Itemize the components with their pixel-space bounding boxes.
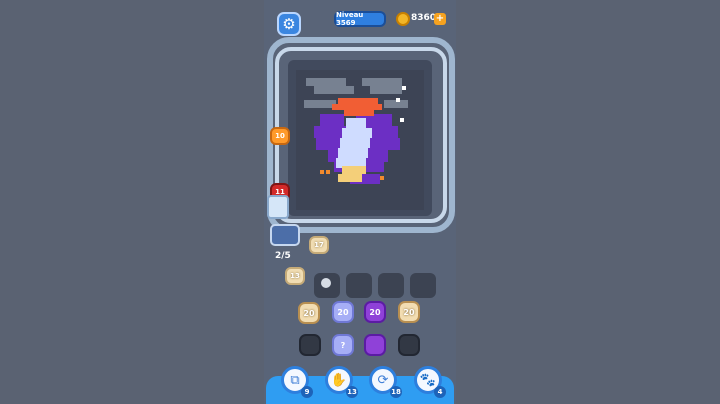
cat-tool-count: 4 bbox=[437, 388, 443, 396]
orange-pig-counter: 10 bbox=[270, 127, 290, 145]
locked-unit bbox=[299, 334, 321, 356]
game-screen: ⚙ Niveau 3569 8360 + 10 11 17 2/5 13 20 … bbox=[0, 0, 720, 404]
merge-unit[interactable]: 20 bbox=[332, 301, 354, 323]
cat-icon: 🐾 bbox=[419, 372, 437, 388]
queue-slot[interactable] bbox=[378, 273, 404, 298]
conveyor-stack bbox=[267, 195, 289, 219]
merge-unit-value: 20 bbox=[303, 308, 315, 318]
orange-pig-value: 10 bbox=[275, 132, 285, 140]
queued-pig-value: 17 bbox=[314, 241, 324, 249]
coin-icon bbox=[396, 12, 410, 26]
merge-unit[interactable]: 20 bbox=[298, 302, 320, 324]
coin-counter: 8360 + bbox=[396, 11, 448, 29]
queue-slot[interactable] bbox=[346, 273, 372, 298]
box-icon: ⧉ bbox=[290, 372, 300, 388]
merge-unit-value: 20 bbox=[337, 307, 349, 317]
queue-slot[interactable] bbox=[410, 273, 436, 298]
merge-unit-value: 20 bbox=[369, 307, 381, 317]
add-tool-badge: 9 bbox=[301, 386, 313, 398]
hand-tool-badge: 13 bbox=[346, 386, 358, 398]
pig-spawner[interactable] bbox=[270, 224, 300, 246]
add-coins-button[interactable]: + bbox=[434, 13, 446, 25]
locked-unit bbox=[398, 334, 420, 356]
hand-tool-count: 13 bbox=[347, 388, 357, 396]
level-label: Niveau 3569 bbox=[336, 11, 364, 27]
level-indicator: Niveau 3569 bbox=[334, 11, 386, 27]
merge-unit[interactable]: 20 bbox=[364, 301, 386, 323]
merge-unit[interactable]: 20 bbox=[398, 301, 420, 323]
mystery-symbol: ? bbox=[340, 340, 346, 350]
spawner-progress: 2/5 bbox=[275, 251, 291, 261]
shuffle-tool-count: 18 bbox=[391, 388, 401, 396]
merge-unit-value: 20 bbox=[403, 307, 415, 317]
settings-button[interactable]: ⚙ bbox=[277, 12, 301, 36]
gear-icon: ⚙ bbox=[282, 15, 296, 33]
pixel-art bbox=[296, 70, 424, 210]
refresh-icon: ⟳ bbox=[377, 372, 389, 388]
cat-tool-badge: 4 bbox=[434, 386, 446, 398]
hand-icon: ✋ bbox=[330, 372, 348, 388]
add-tool-count: 9 bbox=[304, 388, 310, 396]
slot-indicator-dot bbox=[321, 278, 331, 288]
queue-slots bbox=[282, 273, 442, 299]
locked-unit bbox=[364, 334, 386, 356]
mystery-unit[interactable]: ? bbox=[332, 334, 354, 356]
queued-pig: 17 bbox=[309, 236, 329, 254]
coin-value: 8360 bbox=[411, 13, 437, 23]
shuffle-tool-badge: 18 bbox=[390, 386, 402, 398]
